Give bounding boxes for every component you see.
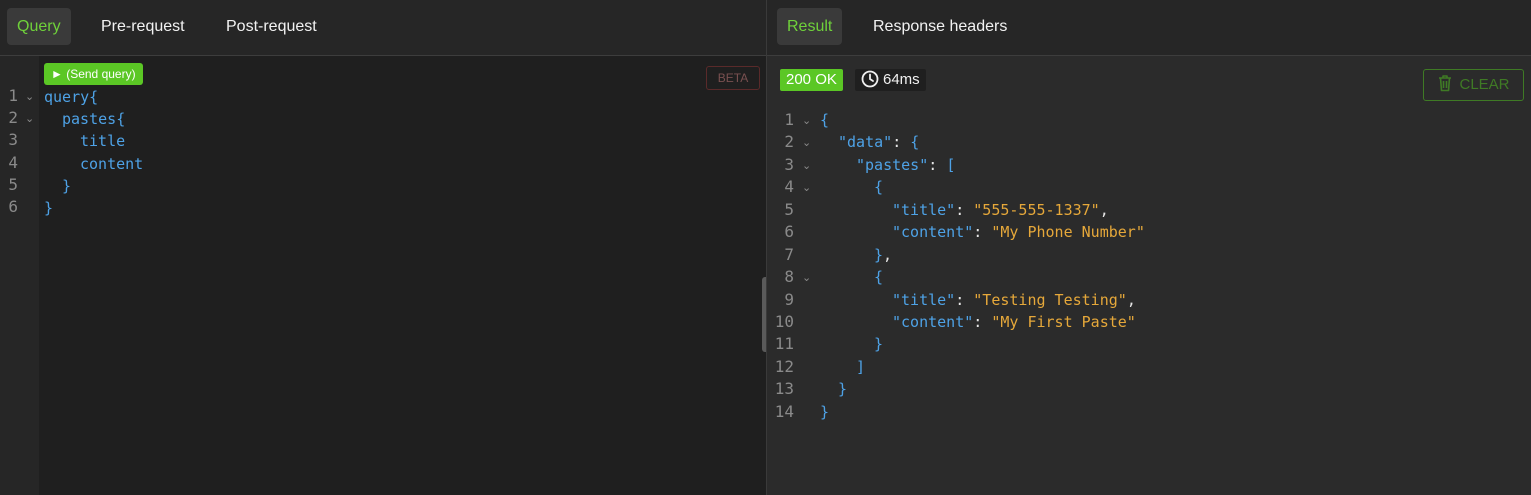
line-number: 8 [784,267,794,286]
json-key: "content" [892,223,974,241]
result-tabbar: Result Response headers [767,0,1531,56]
clear-button[interactable]: CLEAR [1423,69,1524,101]
tab-query[interactable]: Query [7,8,71,45]
chevron-down-icon[interactable]: ⌄ [802,177,811,199]
line-number: 6 [8,197,18,216]
code-line: "title": "Testing Testing", [892,291,1136,309]
line-number: 6 [784,222,794,241]
code-line: title [80,132,126,150]
query-tabbar: Query Pre-request Post-request [0,0,766,56]
line-number: 7 [784,245,794,264]
line-number: 9 [784,290,794,309]
line-number: 12 [774,357,794,376]
json-string: "My Phone Number" [991,223,1145,241]
code-line: }, [874,246,893,264]
line-number: 14 [774,402,794,421]
code-brace: { [89,88,99,106]
code-line: { [874,178,884,196]
json-key: "pastes" [856,156,929,174]
timing-value: 64ms [883,71,920,88]
code-line: { [820,111,830,129]
code-line: "title": "555-555-1337", [892,201,1109,219]
chevron-down-icon[interactable]: ⌄ [25,108,34,130]
line-number: 1 [784,110,794,129]
code-line: "content": "My First Paste" [892,313,1136,331]
code-line: } [838,380,848,398]
code-line: } [62,177,72,195]
line-number: 13 [774,379,794,398]
beta-badge: BETA [706,66,760,90]
code-line: pastes{ [62,108,125,130]
code-line: query{ [44,86,98,108]
line-number: 2 [784,132,794,151]
line-number: 4 [784,177,794,196]
chevron-down-icon[interactable]: ⌄ [802,155,811,177]
code-keyword: pastes [62,110,117,128]
line-number: 2 [8,108,18,127]
tab-post-request[interactable]: Post-request [226,8,317,45]
code-line: } [874,335,884,353]
line-number: 5 [784,200,794,219]
code-brace: { [116,110,126,128]
status-badge: 200 OK [780,69,843,91]
json-key: "data" [838,133,893,151]
chevron-down-icon[interactable]: ⌄ [25,86,34,108]
code-line: "content": "My Phone Number" [892,223,1145,241]
json-string: "555-555-1337" [973,201,1100,219]
code-line: { [874,268,884,286]
code-line: "pastes": [ [856,156,956,174]
code-line: } [820,403,830,421]
line-number: 1 [8,86,18,105]
line-number: 3 [8,130,18,149]
code-keyword: query [44,88,90,106]
tab-result[interactable]: Result [777,8,843,45]
json-string: "My First Paste" [991,313,1136,331]
json-key: "title" [892,291,956,309]
json-string: "Testing Testing" [973,291,1127,309]
chevron-down-icon[interactable]: ⌄ [802,110,811,132]
line-number: 10 [774,312,794,331]
code-line: content [80,155,144,173]
json-key: "content" [892,313,974,331]
code-line: ] [856,358,866,376]
line-number: 4 [8,153,18,172]
code-line: } [44,199,54,217]
line-number: 5 [8,175,18,194]
json-key: "title" [892,201,956,219]
trash-icon [1439,75,1452,92]
chevron-down-icon[interactable]: ⌄ [802,132,811,154]
line-number: 3 [784,155,794,174]
chevron-down-icon[interactable]: ⌄ [802,267,811,289]
tab-pre-request[interactable]: Pre-request [101,8,185,45]
send-query-button[interactable]: ► (Send query) [44,63,143,85]
code-line: "data": { [838,133,920,151]
timing-badge: 64ms [855,69,926,91]
line-number: 11 [774,334,794,353]
clear-label: CLEAR [1459,76,1510,93]
clock-icon [861,70,879,88]
tab-response-headers[interactable]: Response headers [873,8,1007,45]
